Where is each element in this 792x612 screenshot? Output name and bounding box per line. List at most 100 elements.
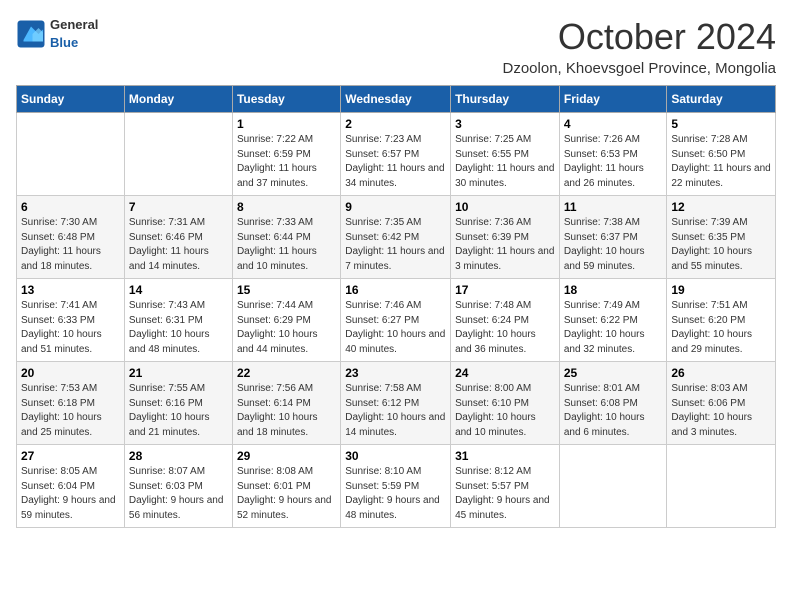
calendar-cell: 16 Sunrise: 7:46 AM Sunset: 6:27 PM Dayli… (341, 279, 451, 362)
location-title: Dzoolon, Khoevsgoel Province, Mongolia (503, 60, 777, 77)
weekday-header-sunday: Sunday (17, 86, 125, 113)
calendar-cell: 19Sunrise: 7:51 AM Sunset: 6:20 PM Dayli… (667, 279, 776, 362)
day-number: 7 (129, 200, 228, 214)
calendar-cell: 27 Sunrise: 8:05 AM Sunset: 6:04 PM Dayli… (17, 445, 125, 528)
day-number: 16 (345, 283, 446, 297)
cell-info: Sunrise: 7:38 AM Sunset: 6:37 PM Dayligh… (564, 216, 663, 274)
cell-info: Sunrise: 7:39 AM Sunset: 6:35 PM Dayligh… (671, 216, 771, 274)
day-number: 31 (455, 449, 555, 463)
cell-info: Sunrise: 7:25 AM Sunset: 6:55 PM Dayligh… (455, 133, 555, 191)
calendar-cell (17, 113, 125, 196)
cell-info: Sunrise: 7:35 AM Sunset: 6:42 PM Dayligh… (345, 216, 446, 274)
cell-info: Sunrise: 8:07 AM Sunset: 6:03 PM Dayligh… (129, 465, 228, 523)
calendar-cell (667, 445, 776, 528)
day-number: 13 (21, 283, 120, 297)
day-number: 1 (237, 117, 336, 131)
day-number: 28 (129, 449, 228, 463)
weekday-header-thursday: Thursday (451, 86, 560, 113)
logo: General Blue (16, 16, 98, 52)
day-number: 27 (21, 449, 120, 463)
day-number: 4 (564, 117, 663, 131)
calendar-cell: 9 Sunrise: 7:35 AM Sunset: 6:42 PM Daylig… (341, 196, 451, 279)
calendar-cell: 15Sunrise: 7:44 AM Sunset: 6:29 PM Dayli… (232, 279, 340, 362)
cell-info: Sunrise: 7:36 AM Sunset: 6:39 PM Dayligh… (455, 216, 555, 274)
day-number: 21 (129, 366, 228, 380)
cell-info: Sunrise: 7:46 AM Sunset: 6:27 PM Dayligh… (345, 299, 446, 357)
cell-info: Sunrise: 8:08 AM Sunset: 6:01 PM Dayligh… (237, 465, 336, 523)
day-number: 30 (345, 449, 446, 463)
calendar-cell: 4 Sunrise: 7:26 AM Sunset: 6:53 PM Daylig… (559, 113, 667, 196)
day-number: 24 (455, 366, 555, 380)
day-number: 20 (21, 366, 120, 380)
calendar-cell: 24 Sunrise: 8:00 AM Sunset: 6:10 PM Dayli… (451, 362, 560, 445)
calendar-cell: 10 Sunrise: 7:36 AM Sunset: 6:39 PM Dayli… (451, 196, 560, 279)
month-title: October 2024 (503, 16, 777, 58)
calendar-cell: 30 Sunrise: 8:10 AM Sunset: 5:59 PM Dayli… (341, 445, 451, 528)
calendar-cell: 23Sunrise: 7:58 AM Sunset: 6:12 PM Dayli… (341, 362, 451, 445)
cell-info: Sunrise: 7:41 AM Sunset: 6:33 PM Dayligh… (21, 299, 120, 357)
calendar-cell (124, 113, 232, 196)
day-number: 29 (237, 449, 336, 463)
cell-info: Sunrise: 7:22 AM Sunset: 6:59 PM Dayligh… (237, 133, 336, 191)
cell-info: Sunrise: 8:12 AM Sunset: 5:57 PM Dayligh… (455, 465, 555, 523)
calendar-cell: 28 Sunrise: 8:07 AM Sunset: 6:03 PM Dayli… (124, 445, 232, 528)
day-number: 14 (129, 283, 228, 297)
cell-info: Sunrise: 8:05 AM Sunset: 6:04 PM Dayligh… (21, 465, 120, 523)
weekday-header-tuesday: Tuesday (232, 86, 340, 113)
calendar-cell: 3 Sunrise: 7:25 AM Sunset: 6:55 PM Daylig… (451, 113, 560, 196)
title-block: October 2024 Dzoolon, Khoevsgoel Provinc… (503, 16, 777, 77)
cell-info: Sunrise: 7:31 AM Sunset: 6:46 PM Dayligh… (129, 216, 228, 274)
day-number: 17 (455, 283, 555, 297)
calendar-cell: 25 Sunrise: 8:01 AM Sunset: 6:08 PM Dayli… (559, 362, 667, 445)
cell-info: Sunrise: 7:48 AM Sunset: 6:24 PM Dayligh… (455, 299, 555, 357)
calendar-cell: 29 Sunrise: 8:08 AM Sunset: 6:01 PM Dayli… (232, 445, 340, 528)
day-number: 26 (671, 366, 771, 380)
calendar-cell: 1 Sunrise: 7:22 AM Sunset: 6:59 PM Daylig… (232, 113, 340, 196)
calendar-cell: 26 Sunrise: 8:03 AM Sunset: 6:06 PM Dayli… (667, 362, 776, 445)
cell-info: Sunrise: 7:49 AM Sunset: 6:22 PM Dayligh… (564, 299, 663, 357)
day-number: 3 (455, 117, 555, 131)
calendar-cell: 18 Sunrise: 7:49 AM Sunset: 6:22 PM Dayli… (559, 279, 667, 362)
cell-info: Sunrise: 7:58 AM Sunset: 6:12 PM Dayligh… (345, 382, 446, 440)
cell-info: Sunrise: 8:03 AM Sunset: 6:06 PM Dayligh… (671, 382, 771, 440)
weekday-header-wednesday: Wednesday (341, 86, 451, 113)
cell-info: Sunrise: 7:26 AM Sunset: 6:53 PM Dayligh… (564, 133, 663, 191)
calendar-cell: 13 Sunrise: 7:41 AM Sunset: 6:33 PM Dayli… (17, 279, 125, 362)
calendar-cell: 6 Sunrise: 7:30 AM Sunset: 6:48 PM Daylig… (17, 196, 125, 279)
day-number: 5 (671, 117, 771, 131)
calendar-table: SundayMondayTuesdayWednesdayThursdayFrid… (16, 85, 776, 528)
calendar-cell: 21 Sunrise: 7:55 AM Sunset: 6:16 PM Dayli… (124, 362, 232, 445)
calendar-cell (559, 445, 667, 528)
cell-info: Sunrise: 7:55 AM Sunset: 6:16 PM Dayligh… (129, 382, 228, 440)
day-number: 6 (21, 200, 120, 214)
cell-info: Sunrise: 7:51 AM Sunset: 6:20 PM Dayligh… (671, 299, 771, 357)
cell-info: Sunrise: 8:01 AM Sunset: 6:08 PM Dayligh… (564, 382, 663, 440)
day-number: 25 (564, 366, 663, 380)
calendar-cell: 20 Sunrise: 7:53 AM Sunset: 6:18 PM Dayli… (17, 362, 125, 445)
cell-info: Sunrise: 7:30 AM Sunset: 6:48 PM Dayligh… (21, 216, 120, 274)
day-number: 10 (455, 200, 555, 214)
calendar-cell: 11 Sunrise: 7:38 AM Sunset: 6:37 PM Dayli… (559, 196, 667, 279)
cell-info: Sunrise: 7:33 AM Sunset: 6:44 PM Dayligh… (237, 216, 336, 274)
day-number: 9 (345, 200, 446, 214)
calendar-cell: 5 Sunrise: 7:28 AM Sunset: 6:50 PM Daylig… (667, 113, 776, 196)
day-number: 22 (237, 366, 336, 380)
calendar-cell: 31 Sunrise: 8:12 AM Sunset: 5:57 PM Dayli… (451, 445, 560, 528)
logo-icon (16, 19, 46, 49)
cell-info: Sunrise: 8:00 AM Sunset: 6:10 PM Dayligh… (455, 382, 555, 440)
cell-info: Sunrise: 7:53 AM Sunset: 6:18 PM Dayligh… (21, 382, 120, 440)
cell-info: Sunrise: 7:28 AM Sunset: 6:50 PM Dayligh… (671, 133, 771, 191)
day-number: 18 (564, 283, 663, 297)
calendar-cell: 2Sunrise: 7:23 AM Sunset: 6:57 PM Daylig… (341, 113, 451, 196)
day-number: 15 (237, 283, 336, 297)
calendar-cell: 7 Sunrise: 7:31 AM Sunset: 6:46 PM Daylig… (124, 196, 232, 279)
day-number: 2 (345, 117, 446, 131)
weekday-header-monday: Monday (124, 86, 232, 113)
calendar-cell: 8Sunrise: 7:33 AM Sunset: 6:44 PM Daylig… (232, 196, 340, 279)
cell-info: Sunrise: 8:10 AM Sunset: 5:59 PM Dayligh… (345, 465, 446, 523)
cell-info: Sunrise: 7:56 AM Sunset: 6:14 PM Dayligh… (237, 382, 336, 440)
day-number: 11 (564, 200, 663, 214)
weekday-header-friday: Friday (559, 86, 667, 113)
logo-text: General Blue (50, 16, 98, 52)
calendar-cell: 22 Sunrise: 7:56 AM Sunset: 6:14 PM Dayli… (232, 362, 340, 445)
